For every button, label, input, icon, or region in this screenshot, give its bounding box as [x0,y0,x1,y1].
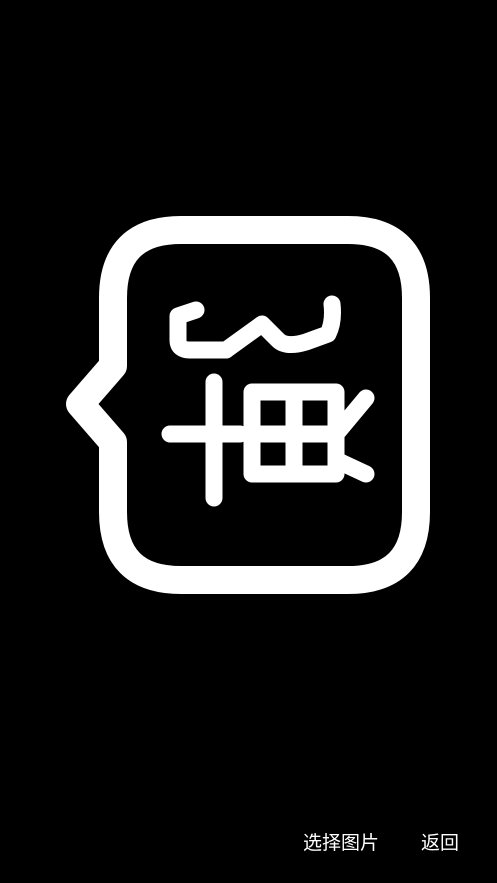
choose-image-button[interactable]: 选择图片 [303,823,379,863]
back-button[interactable]: 返回 [421,823,459,863]
glyph-hook-right [217,295,341,359]
glyph-hook-left [169,301,235,359]
bottom-action-bar: 选择图片 返回 [0,809,497,883]
image-preview-area [0,0,497,810]
speech-bubble-logo-icon [66,216,430,594]
